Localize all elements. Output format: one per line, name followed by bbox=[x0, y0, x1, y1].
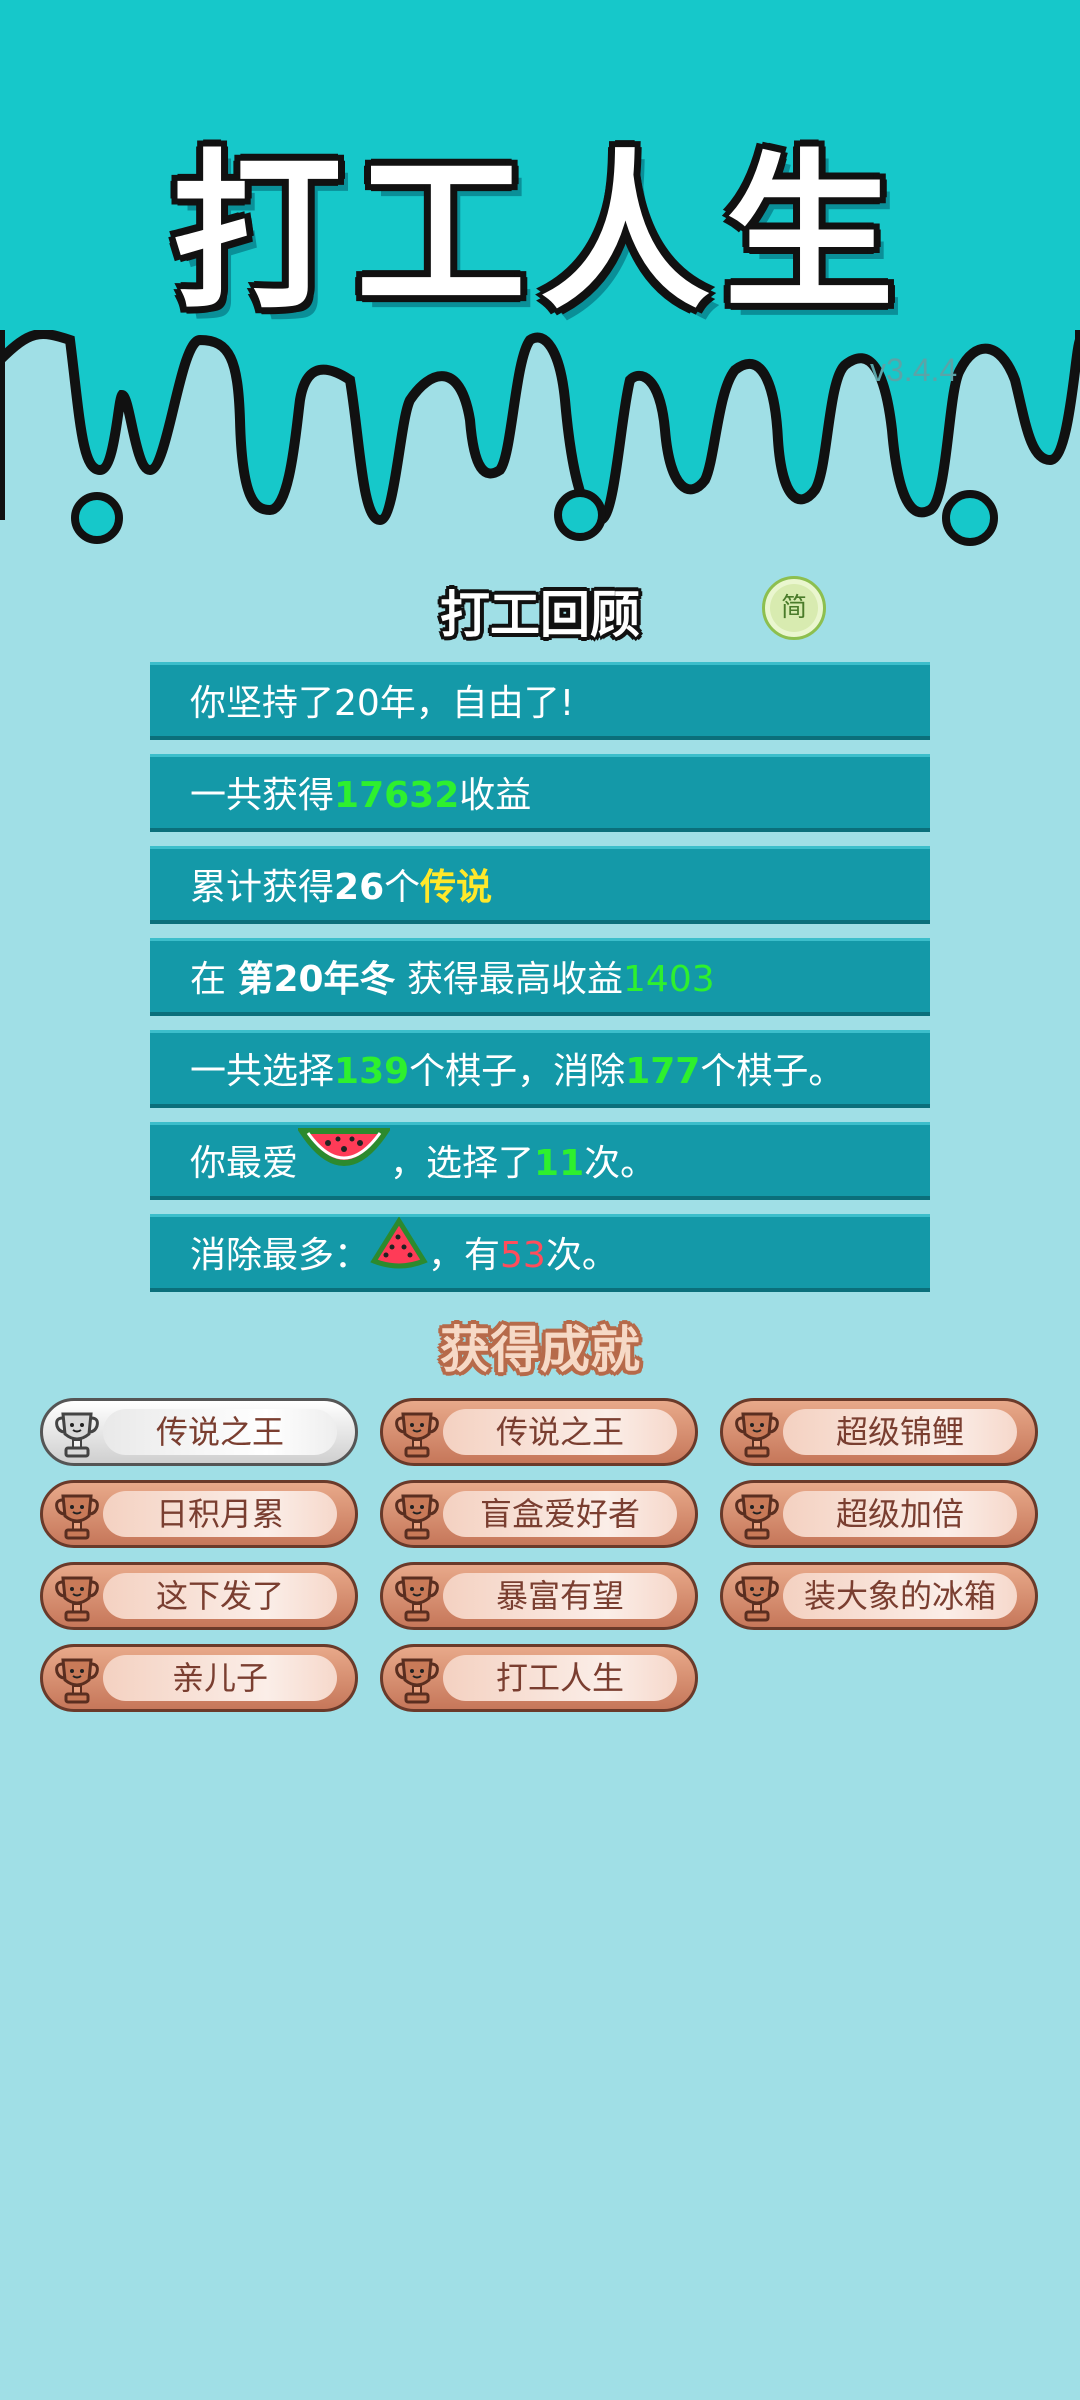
achievement-badge[interactable]: 这下发了 bbox=[40, 1562, 358, 1630]
trophy-icon bbox=[53, 1572, 101, 1628]
review-row: 一共选择139个棋子，消除177个棋子。 bbox=[150, 1030, 930, 1108]
achievement-badge[interactable]: 装大象的冰箱 bbox=[720, 1562, 1038, 1630]
review-text: ，有 bbox=[428, 1235, 501, 1276]
trophy-icon bbox=[53, 1654, 101, 1710]
achievement-label: 亲儿子 bbox=[103, 1655, 337, 1701]
achievement-badge[interactable]: 日积月累 bbox=[40, 1480, 358, 1548]
review-row: 你坚持了20年，自由了! bbox=[150, 662, 930, 740]
achievement-badge[interactable]: 超级加倍 bbox=[720, 1480, 1038, 1548]
review-highlight-text: 1403 bbox=[623, 959, 715, 1000]
review-highlight-text: 26 bbox=[334, 867, 385, 908]
trophy-icon bbox=[53, 1408, 101, 1464]
review-text: 累计获得 bbox=[190, 867, 335, 908]
achievement-label: 传说之王 bbox=[443, 1409, 677, 1455]
achievement-label: 传说之王 bbox=[103, 1409, 337, 1455]
review-text: ，选择了 bbox=[390, 1143, 535, 1184]
achievement-label: 超级锦鲤 bbox=[783, 1409, 1017, 1455]
trophy-icon bbox=[733, 1490, 781, 1546]
achievement-label: 盲盒爱好者 bbox=[443, 1491, 677, 1537]
review-text: 你最爱 bbox=[190, 1143, 299, 1184]
review-highlight-text: 传说 bbox=[420, 867, 493, 908]
review-text: 次。 bbox=[545, 1235, 618, 1276]
review-highlight-text: 17632 bbox=[334, 775, 460, 816]
trophy-icon bbox=[393, 1654, 441, 1710]
review-row: 累计获得26个传说 bbox=[150, 846, 930, 924]
review-row: 在 第20年冬 获得最高收益1403 bbox=[150, 938, 930, 1016]
review-stats-list: 你坚持了20年，自由了! 一共获得17632收益 累计获得26个传说在 第20年冬 … bbox=[150, 662, 930, 1306]
review-text: 收益 bbox=[459, 775, 532, 816]
app-title: 打工人生 bbox=[171, 135, 908, 333]
achievement-label: 这下发了 bbox=[103, 1573, 337, 1619]
review-highlight-text: 177 bbox=[625, 1051, 701, 1092]
trophy-icon bbox=[393, 1408, 441, 1464]
review-text: 一共选择 bbox=[190, 1051, 335, 1092]
review-row: 消除最多： ，有53次。 bbox=[150, 1214, 930, 1292]
review-text: 个棋子。 bbox=[700, 1051, 845, 1092]
language-toggle-button[interactable]: 简 bbox=[762, 576, 826, 640]
achievements-title: 获得成就 bbox=[440, 1321, 640, 1379]
trophy-icon bbox=[733, 1408, 781, 1464]
review-highlight-text: 第20年冬 bbox=[237, 959, 396, 1000]
trophy-icon bbox=[53, 1490, 101, 1546]
version-label: v3.4.4 bbox=[870, 352, 958, 388]
watermelon-wedge-icon bbox=[370, 1216, 428, 1297]
achievement-badge[interactable]: 传说之王 bbox=[40, 1398, 358, 1466]
achievement-label: 暴富有望 bbox=[443, 1573, 677, 1619]
review-text: 个 bbox=[384, 867, 421, 908]
achievement-badge[interactable]: 超级锦鲤 bbox=[720, 1398, 1038, 1466]
achievement-label: 装大象的冰箱 bbox=[783, 1573, 1017, 1619]
review-row: 你最爱 ，选择了11次。 bbox=[150, 1122, 930, 1200]
review-text: 一共获得 bbox=[190, 775, 335, 816]
achievement-badge[interactable]: 亲儿子 bbox=[40, 1644, 358, 1712]
header: 打工人生 v3.4.4 bbox=[0, 0, 1080, 560]
review-text: 次。 bbox=[584, 1143, 657, 1184]
review-text: 在 bbox=[190, 959, 238, 1000]
review-text: 消除最多： bbox=[190, 1235, 371, 1276]
review-highlight-text: 11 bbox=[534, 1143, 585, 1184]
achievement-label: 打工人生 bbox=[443, 1655, 677, 1701]
achievement-label: 日积月累 bbox=[103, 1491, 337, 1537]
trophy-icon bbox=[393, 1490, 441, 1546]
review-text: 你坚持了20年，自由了! bbox=[190, 683, 575, 724]
trophy-icon bbox=[733, 1572, 781, 1628]
review-highlight-text: 53 bbox=[500, 1235, 546, 1276]
review-title: 打工回顾 bbox=[440, 586, 640, 644]
achievement-badge[interactable]: 传说之王 bbox=[380, 1398, 698, 1466]
achievement-label: 超级加倍 bbox=[783, 1491, 1017, 1537]
watermelon-slice-icon bbox=[296, 1125, 392, 1205]
review-highlight-text: 139 bbox=[334, 1051, 410, 1092]
review-text: 个棋子，消除 bbox=[409, 1051, 626, 1092]
achievement-badge[interactable]: 打工人生 bbox=[380, 1644, 698, 1712]
achievement-badge[interactable]: 暴富有望 bbox=[380, 1562, 698, 1630]
trophy-icon bbox=[393, 1572, 441, 1628]
review-text: 获得最高收益 bbox=[395, 959, 624, 1000]
review-row: 一共获得17632收益 bbox=[150, 754, 930, 832]
achievement-badge[interactable]: 盲盒爱好者 bbox=[380, 1480, 698, 1548]
